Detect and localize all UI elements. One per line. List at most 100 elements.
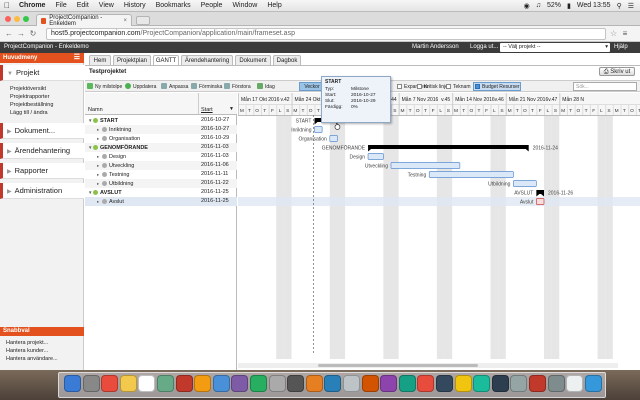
update-button[interactable]: Uppdatera [125,83,156,91]
print-button[interactable]: ⎙ Skriv ut [599,67,635,76]
table-row[interactable]: ▼ GENOMFÖRANDE 2016-11-03 [85,143,237,152]
table-row[interactable]: ▼ AVSLUT 2016-11-25 [85,188,237,197]
sidebar-section-arendehantering[interactable]: ▶ Ärendehantering [0,143,84,159]
contacts-icon[interactable] [268,375,286,392]
table-row[interactable]: ▸ Organisation 2016-10-29 [85,134,237,143]
fit-button[interactable]: Anpassa [161,83,188,91]
quick-link-customers[interactable]: Hantera kunder... [6,348,48,354]
budget-resources-toggle[interactable]: Budget Resurser [473,82,521,91]
apple-icon[interactable]:  [0,1,14,10]
search-input[interactable]: Sök... [573,82,637,91]
preview-icon[interactable] [343,375,360,392]
column-header-start[interactable]: Start ▼ [199,93,237,115]
sidebar-item-lagg-till[interactable]: Lägg till / ändra [10,110,48,116]
activity-monitor-icon[interactable] [547,375,565,392]
trash-icon[interactable] [584,375,602,392]
wifi-icon[interactable]: ◉ [524,2,530,10]
mail-icon[interactable] [138,375,156,392]
project-select[interactable]: -- Välj projekt -- ▾ [500,43,610,52]
menu-bookmarks[interactable]: Bookmarks [151,2,196,9]
photos-icon[interactable] [194,375,212,392]
critical-line-toggle[interactable]: Kritisk linje [417,83,448,91]
new-tab-button[interactable] [136,16,150,25]
sidebar-section-projekt[interactable]: ▼ Projekt [0,65,84,81]
chrome-icon[interactable] [101,375,119,392]
notes-icon[interactable] [119,375,137,392]
menu-people[interactable]: People [196,2,228,9]
table-row[interactable]: ▸ Avslut 2016-11-25 [85,197,237,206]
excel-icon[interactable] [529,375,546,392]
word-icon[interactable] [491,375,509,392]
team-toggle[interactable]: Teknam [446,83,471,91]
tab-dagbok[interactable]: Dagbok [273,55,301,65]
zoom-in-button[interactable]: Förstora [224,83,251,91]
maps-icon[interactable] [157,375,174,392]
reminders-icon[interactable] [454,375,472,392]
tab-dokument[interactable]: Dokument [235,55,271,65]
sidebar-section-rapporter[interactable]: ▶ Rapporter [0,163,84,179]
tab-projektplan[interactable]: Projektplan [113,55,151,65]
quick-link-projects[interactable]: Hantera projekt... [6,340,48,346]
scrollbar-thumb[interactable] [318,364,478,367]
menu-view[interactable]: View [94,2,119,9]
minimize-window-icon[interactable] [14,16,20,22]
back-icon[interactable]: ← [4,29,14,39]
notification-icon[interactable]: ☰ [628,2,634,10]
quick-link-users[interactable]: Hantera användare... [6,356,58,362]
close-window-icon[interactable] [5,16,11,22]
menu-file[interactable]: File [50,2,71,9]
calendar-icon[interactable] [175,375,193,392]
pages-icon[interactable] [305,375,323,392]
menu-edit[interactable]: Edit [72,2,94,9]
close-tab-icon[interactable]: × [123,18,127,24]
table-row[interactable]: ▸ Design 2016-11-03 [85,152,237,161]
chrome-menu-icon[interactable]: ≡ [618,29,632,39]
zoom-window-icon[interactable] [23,16,29,22]
help-link[interactable]: Hjälp [614,44,628,50]
bookmark-star-icon[interactable]: ☆ [610,29,617,38]
system-preferences-icon[interactable] [436,375,453,392]
finder-icon[interactable] [64,375,81,392]
reload-icon[interactable]: ↻ [28,29,38,39]
numbers-icon[interactable] [473,375,491,392]
logout-link[interactable]: Logga ut... [470,44,498,50]
clock[interactable]: Wed 13:55 [577,2,611,9]
table-row[interactable]: ▸ Inriktning 2016-10-27 [85,125,237,134]
menu-history[interactable]: History [119,2,151,9]
tab-arendehantering[interactable]: Ärendehantering [181,55,233,65]
sidebar-item-projektoversikt[interactable]: Projektöversikt [10,86,46,92]
safari-icon[interactable] [212,375,230,392]
column-header-name[interactable]: Namn [85,93,199,115]
table-row[interactable]: ▼ START 2016-10-27 [85,116,237,125]
facetime-icon[interactable] [398,375,416,392]
url-field[interactable]: host5.projectcompanion.com/ProjectCompan… [46,28,606,40]
browser-tab[interactable]: ProjectCompanion - Enkeldem × [36,14,132,27]
powerpoint-icon[interactable] [510,375,528,392]
table-row[interactable]: ▸ Utveckling 2016-11-06 [85,161,237,170]
downloads-icon[interactable] [566,375,584,392]
terminal-icon[interactable] [287,375,305,392]
sidebar-section-administration[interactable]: ▶ Administration [0,183,84,199]
app-store-icon[interactable] [380,375,398,392]
launchpad-icon[interactable] [82,375,100,392]
today-button[interactable]: Idag [257,83,275,91]
forward-icon[interactable]: → [16,29,26,39]
volume-icon[interactable]: ♫ [536,2,541,9]
new-milestone-button[interactable]: Ny milstolpe [87,83,122,91]
menu-app-name[interactable]: Chrome [14,2,50,9]
itunes-icon[interactable] [231,375,249,392]
battery-percent[interactable]: 52% [547,2,561,9]
ibooks-icon[interactable] [361,375,379,392]
tab-hem[interactable]: Hem [89,55,111,65]
zoom-out-button[interactable]: Förminska [191,83,222,91]
gantt-chart[interactable]: MTOTFLSMTOTFLSMTOTFLSMTOTFLSMTOTFLSMTOTF… [238,93,640,370]
keynote-icon[interactable] [324,375,342,392]
search-icon[interactable]: ⚲ [617,2,622,10]
sidebar-item-projektrapporter[interactable]: Projektrapporter [10,94,49,100]
photo-booth-icon[interactable] [417,375,435,392]
current-user[interactable]: Martin Andersson [412,44,459,50]
tab-gantt[interactable]: GANTT [153,55,179,65]
hamburger-icon[interactable]: ☰ [74,53,80,63]
menu-window[interactable]: Window [227,2,262,9]
table-row[interactable]: ▸ Utbildning 2016-11-22 [85,179,237,188]
